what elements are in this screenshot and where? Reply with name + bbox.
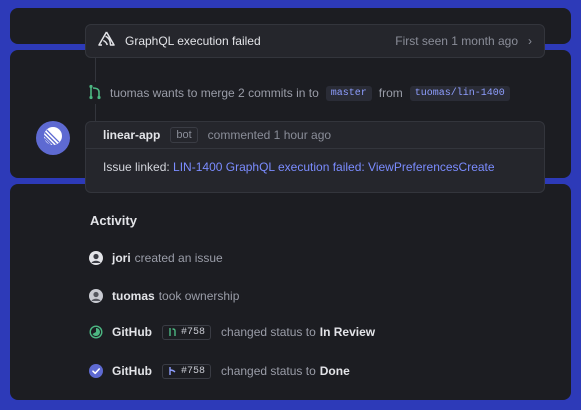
comment-prefix: Issue linked: (103, 160, 170, 174)
git-pull-request-icon (169, 328, 176, 336)
timeline-line (95, 104, 96, 121)
activity-heading: Activity (90, 213, 137, 228)
activity-actor[interactable]: GitHub (112, 364, 152, 378)
activity-actor[interactable]: jori (112, 251, 131, 265)
timeline-line (95, 58, 96, 82)
status-name: Done (319, 364, 350, 378)
done-status-icon (89, 364, 103, 378)
issue-link[interactable]: LIN-1400 GraphQL execution failed: ViewP… (173, 160, 495, 174)
source-branch[interactable]: tuomas/lin-1400 (409, 85, 510, 101)
status-name: In Review (319, 325, 376, 339)
chevron-right-icon: › (528, 34, 532, 48)
activity-text: changed status to (221, 364, 316, 378)
sentry-issue-card[interactable]: GraphQL execution failed First seen 1 mo… (85, 24, 545, 58)
pull-request-badge[interactable]: #758 (162, 324, 212, 340)
activity-actor[interactable]: tuomas (112, 289, 155, 303)
comment-header: linear-app bot commented 1 hour ago (86, 122, 544, 149)
git-merge-icon (88, 84, 102, 103)
activity-item: GitHub #758 changed status to In Review (89, 322, 375, 342)
sentry-issue-title: GraphQL execution failed (125, 34, 261, 48)
comment-body: Issue linked: LIN-1400 GraphQL execution… (86, 149, 544, 174)
sentry-first-seen: First seen 1 month ago (395, 34, 518, 48)
git-merge-icon (169, 367, 176, 375)
comment-card: linear-app bot commented 1 hour ago Issu… (85, 121, 545, 193)
comment-author[interactable]: linear-app (103, 128, 160, 142)
activity-item: tuomas took ownership (89, 286, 239, 306)
in-review-status-icon (89, 325, 103, 339)
activity-text: took ownership (158, 289, 240, 303)
pull-request-badge[interactable]: #758 (162, 363, 212, 379)
merge-text: tuomas wants to merge 2 commits in to (110, 86, 319, 100)
activity-text: changed status to (221, 325, 316, 339)
activity-item: jori created an issue (89, 248, 223, 268)
pr-number: #758 (181, 326, 206, 338)
activity-text: created an issue (134, 251, 223, 265)
avatar (89, 289, 103, 303)
merge-event: tuomas wants to merge 2 commits in to ma… (88, 84, 517, 102)
activity-actor[interactable]: GitHub (112, 325, 152, 339)
avatar (36, 121, 70, 155)
activity-item: GitHub #758 changed status to Done (89, 361, 350, 381)
avatar (89, 251, 103, 265)
pr-number: #758 (181, 365, 206, 377)
from-label: from (378, 86, 403, 100)
sentry-icon (98, 31, 115, 51)
bot-badge: bot (170, 127, 198, 143)
comment-timestamp: commented 1 hour ago (207, 128, 332, 142)
linear-logo-icon (43, 126, 63, 151)
target-branch[interactable]: master (325, 85, 372, 101)
